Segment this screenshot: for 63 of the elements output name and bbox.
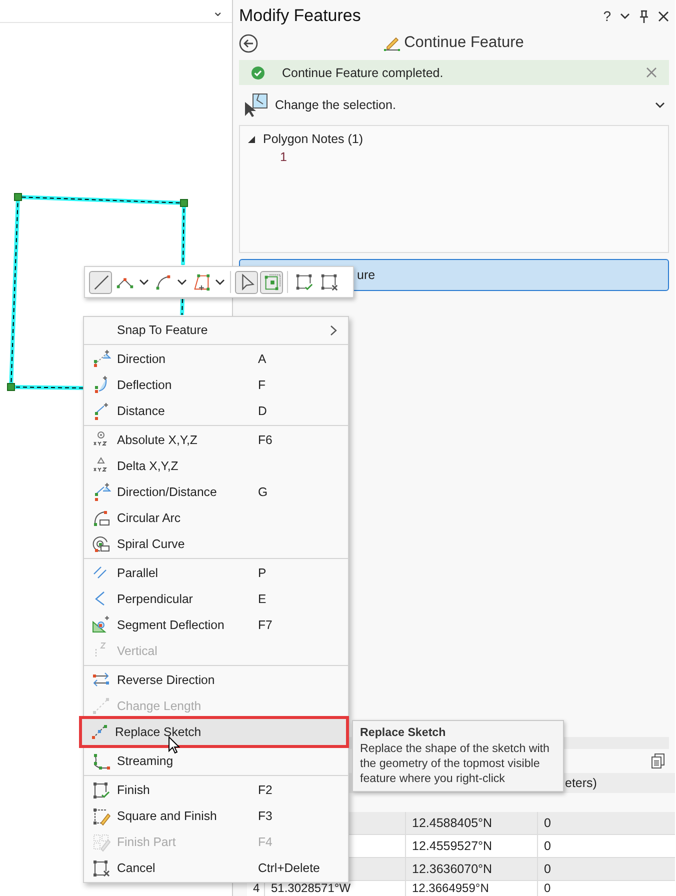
cancel-icon	[318, 272, 338, 292]
expand-chevron-icon[interactable]	[655, 102, 665, 108]
table-cell: 0	[544, 881, 551, 895]
menu-item[interactable]: Deflection F	[84, 372, 348, 398]
tool-button[interactable]	[260, 270, 283, 294]
menu-item[interactable]: Distance D	[84, 398, 348, 424]
step-label[interactable]: Change the selection.	[275, 98, 649, 112]
change-length-icon	[90, 696, 110, 716]
tree-item[interactable]: 1	[280, 150, 287, 164]
tooltip-text: Replace the shape of the sketch with the geometry of the topmost visible feature where you right-click	[360, 742, 550, 785]
table-cell: 0	[544, 862, 551, 876]
menu-item[interactable]: Perpendicular E	[84, 586, 348, 612]
menu-item[interactable]: Square and Finish F3	[84, 803, 348, 829]
options-chevron-icon[interactable]	[620, 12, 630, 20]
tool-button[interactable]	[235, 270, 258, 294]
dropdown-chevron-icon[interactable]	[177, 278, 187, 286]
panel-title: Modify Features	[239, 6, 362, 26]
selection-cursor-icon	[243, 92, 269, 118]
pencil-icon	[384, 35, 400, 51]
tooltip-title: Replace Sketch	[360, 725, 447, 740]
status-message: Continue Feature completed.	[282, 66, 444, 80]
tree-item[interactable]: Polygon Notes (1)	[263, 132, 364, 146]
table-cell: 12.4559527°N	[412, 839, 492, 853]
dropdown-chevron-icon[interactable]	[215, 278, 225, 286]
feature-tree[interactable]: Polygon Notes (1) 1	[239, 125, 669, 253]
pane-menu-button[interactable]: ⌄	[212, 4, 224, 18]
spiral-curve-icon	[90, 534, 110, 554]
table-cell: 4	[253, 881, 260, 895]
help-button[interactable]: ?	[603, 8, 611, 24]
menu-item[interactable]: Direction A	[84, 346, 348, 372]
mouse-cursor-icon	[168, 736, 180, 754]
menu-item[interactable]: Absolute X,Y,Z F6	[84, 427, 348, 453]
menu-item[interactable]: Segment Deflection F7	[84, 612, 348, 638]
menu-item[interactable]: Streaming	[84, 748, 348, 774]
finish-icon	[90, 780, 110, 800]
table-cell: 51.3028571°W	[271, 881, 351, 895]
finish-icon	[294, 272, 314, 292]
cancel-icon	[90, 858, 110, 878]
table-cell: 12.4588405°N	[412, 816, 492, 830]
table-cell: 12.3664959°N	[412, 881, 489, 895]
table-cell: 0	[544, 816, 551, 830]
table-cell: 12.3636070°N	[412, 862, 492, 876]
menu-item[interactable]: Cancel Ctrl+Delete	[84, 855, 348, 881]
menu-item[interactable]: Circular Arc	[84, 505, 348, 531]
square-finish-icon	[90, 806, 110, 826]
segment-deflection-icon	[90, 615, 110, 635]
check-circle-icon	[251, 66, 265, 80]
tool-button[interactable]	[89, 270, 112, 294]
column-header[interactable]: eters)	[565, 776, 597, 790]
menu-item[interactable]: Delta X,Y,Z	[84, 453, 348, 479]
menu-item[interactable]: Reverse Direction	[84, 667, 348, 693]
finish-part-icon	[90, 832, 110, 852]
menu-item[interactable]: Snap To Feature	[84, 317, 348, 343]
menu-item[interactable]: Spiral Curve	[84, 531, 348, 557]
menu-item[interactable]: Finish F2	[84, 777, 348, 803]
dropdown-chevron-icon[interactable]	[139, 278, 149, 286]
menu-item[interactable]: Direction/Distance G	[84, 479, 348, 505]
menu-item[interactable]: Parallel P	[84, 560, 348, 586]
pin-icon[interactable]	[639, 10, 649, 22]
expand-triangle-icon[interactable]	[248, 136, 255, 142]
table-cell: 0	[544, 839, 551, 853]
tool-title: Continue Feature	[404, 34, 524, 52]
close-icon[interactable]	[658, 10, 669, 22]
